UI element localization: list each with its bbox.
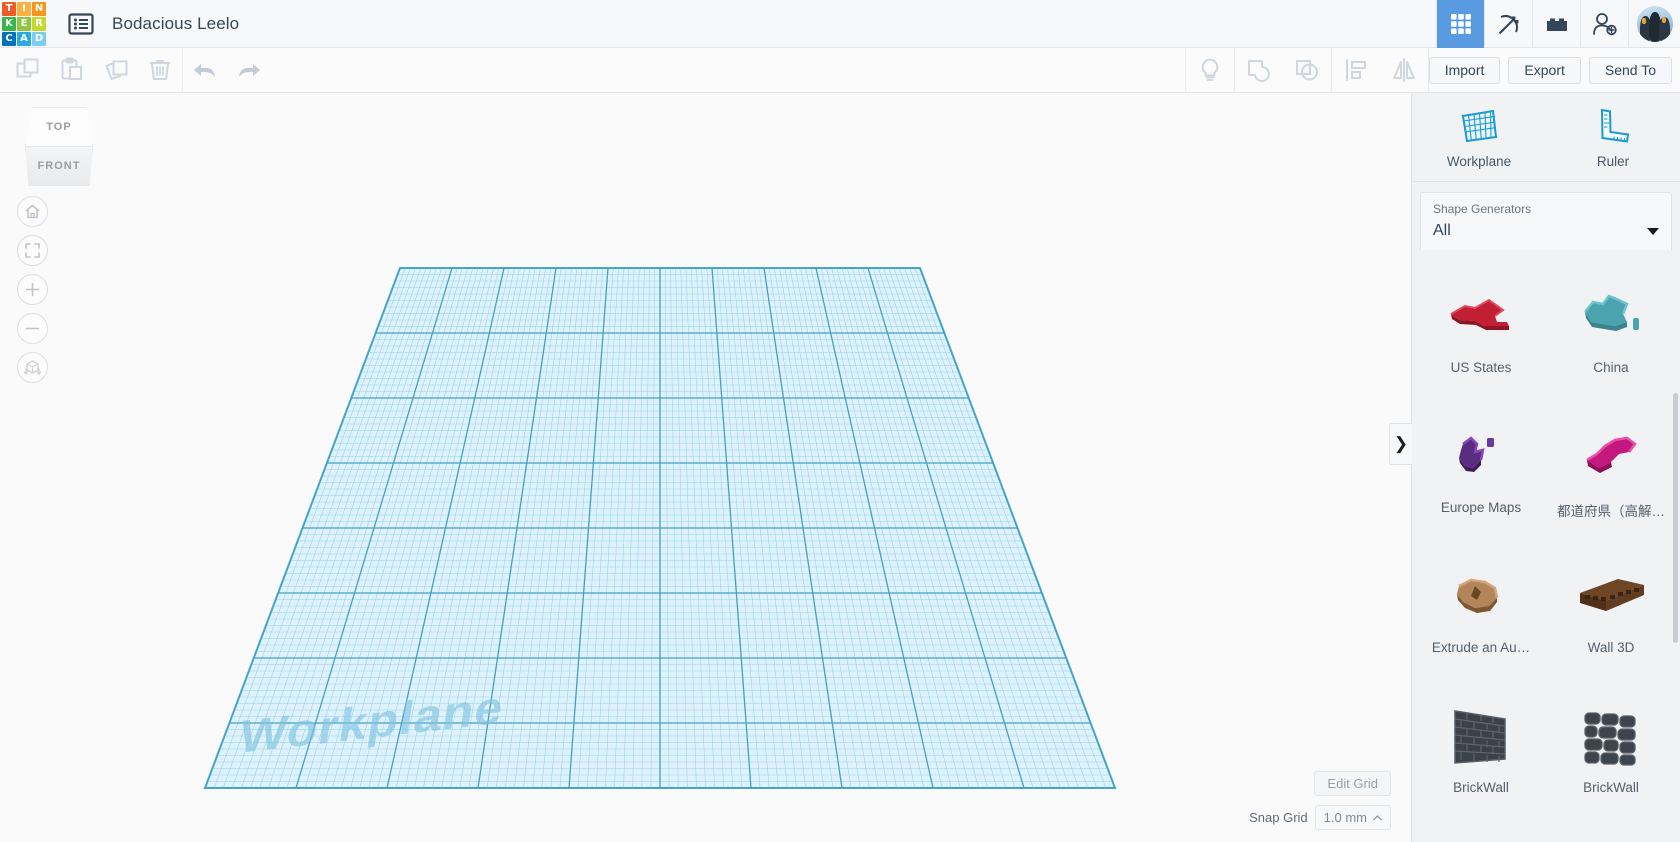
- panel-collapse-button[interactable]: ❯: [1389, 423, 1412, 465]
- ruler-tool-label: Ruler: [1596, 154, 1630, 169]
- header-tool-blocks[interactable]: [1484, 0, 1532, 48]
- avatar: [1636, 5, 1673, 42]
- zoom-out-button[interactable]: [17, 313, 48, 344]
- shape-generator-item[interactable]: US States: [1416, 264, 1546, 404]
- edit-tool-group: [6, 48, 182, 93]
- wall-3d-icon: [1572, 558, 1650, 634]
- edit-grid-button[interactable]: Edit Grid: [1314, 771, 1391, 796]
- copy-button[interactable]: [6, 48, 50, 93]
- chevron-down-icon: [1647, 227, 1659, 235]
- shape-generator-label: BrickWall: [1583, 780, 1639, 795]
- document-title[interactable]: Bodacious Leelo: [112, 14, 239, 34]
- grid-controls: Edit Grid Snap Grid 1.0 mm: [1249, 771, 1391, 830]
- hints-button[interactable]: [1186, 48, 1234, 93]
- logo-letter-c: C: [2, 31, 16, 46]
- shape-generator-label: BrickWall: [1453, 780, 1509, 795]
- snap-grid-value: 1.0 mm: [1323, 810, 1367, 825]
- shape-generator-label: 都道府県（高解…: [1557, 504, 1665, 519]
- shape-generator-label: Wall 3D: [1587, 640, 1635, 655]
- shape-generator-item[interactable]: BrickWall: [1416, 684, 1546, 824]
- zoom-in-button[interactable]: [17, 274, 48, 305]
- shape-generators-title: Shape Generators: [1433, 202, 1532, 216]
- workplane-tool[interactable]: Workplane: [1412, 93, 1546, 181]
- export-button[interactable]: Export: [1508, 56, 1581, 84]
- header-tool-3d-design[interactable]: [1436, 0, 1484, 48]
- view-cube[interactable]: TOP FRONT: [25, 107, 93, 186]
- navigation-buttons: [17, 196, 48, 391]
- workplane-tool-label: Workplane: [1446, 154, 1512, 169]
- header-tool-bricks[interactable]: [1532, 0, 1580, 48]
- china-icon: [1575, 278, 1647, 354]
- import-button[interactable]: Import: [1428, 56, 1501, 84]
- shape-generators-select[interactable]: All: [1433, 222, 1659, 240]
- logo-letter-i: I: [17, 1, 31, 16]
- 3d-canvas[interactable]: TOP FRONT Workplane Edit Grid Snap Grid …: [0, 93, 1411, 842]
- ungroup-button[interactable]: [1283, 48, 1331, 93]
- home-view-button[interactable]: [17, 196, 48, 227]
- shape-generator-label: Extrude an Au…: [1431, 640, 1531, 655]
- view-cube-top[interactable]: TOP: [25, 107, 93, 147]
- shape-generator-label: US States: [1450, 360, 1512, 375]
- header-tool-invite[interactable]: [1580, 0, 1628, 48]
- document-list-icon[interactable]: [64, 9, 98, 39]
- shape-generator-item[interactable]: Extrude an Au…: [1416, 544, 1546, 684]
- panel-top-tools: Workplane Ruler: [1412, 93, 1680, 182]
- tinkercad-app: TIN KER CAD Bodacious Leelo Import Export …: [0, 0, 1680, 842]
- logo-letter-t: T: [2, 1, 16, 16]
- europe-maps-icon: [1445, 418, 1517, 494]
- header-tool-group: [1436, 0, 1680, 48]
- delete-button[interactable]: [138, 48, 182, 93]
- user-avatar[interactable]: [1628, 0, 1680, 48]
- logo-letter-a: A: [17, 31, 31, 46]
- shape-generators-value: All: [1433, 222, 1451, 239]
- group-button[interactable]: [1235, 48, 1283, 93]
- main-toolbar: Import Export Send To: [0, 47, 1680, 93]
- brickwall-stone-icon: [1577, 698, 1645, 774]
- caret-up-icon: [1373, 814, 1382, 820]
- logo-letter-n: N: [32, 1, 46, 16]
- australia-icon: [1445, 558, 1517, 634]
- fit-to-view-button[interactable]: [17, 235, 48, 266]
- mirror-button[interactable]: [1380, 48, 1428, 93]
- shape-generator-label: China: [1593, 360, 1629, 375]
- history-tool-group: [183, 48, 271, 93]
- paste-button[interactable]: [50, 48, 94, 93]
- ruler-tool[interactable]: Ruler: [1546, 93, 1680, 181]
- send-to-button[interactable]: Send To: [1588, 56, 1672, 84]
- main-area: TOP FRONT Workplane Edit Grid Snap Grid …: [0, 93, 1680, 842]
- logo-letter-e: E: [17, 16, 31, 31]
- snap-grid-label: Snap Grid: [1249, 810, 1308, 825]
- snap-grid-select[interactable]: 1.0 mm: [1314, 805, 1391, 830]
- shape-generator-item[interactable]: 都道府県（高解…: [1546, 404, 1676, 544]
- brickwall-flat-icon: [1447, 698, 1515, 774]
- us-states-icon: [1445, 278, 1517, 354]
- workplane-grid[interactable]: [195, 258, 1195, 818]
- panel-scrollbar[interactable]: [1673, 393, 1678, 643]
- perspective-toggle-button[interactable]: [17, 352, 48, 383]
- logo-letter-d: D: [32, 31, 46, 46]
- workplane-icon: [1461, 109, 1498, 143]
- shape-generator-grid: US States China Europe Maps 都道府県（高解… Extrude…: [1412, 250, 1680, 842]
- japan-prefectures-icon: [1575, 418, 1647, 494]
- right-panel: ❯ Workplane Ruler Shape Generators All U…: [1389, 93, 1680, 842]
- shape-generators-select-wrap: Shape Generators All: [1420, 192, 1672, 250]
- shape-generator-item[interactable]: China: [1546, 264, 1676, 404]
- redo-button[interactable]: [227, 48, 271, 93]
- ruler-icon: [1600, 108, 1630, 143]
- snap-grid-row: Snap Grid 1.0 mm: [1249, 805, 1391, 830]
- shape-generator-item[interactable]: Europe Maps: [1416, 404, 1546, 544]
- view-cube-front[interactable]: FRONT: [25, 146, 93, 186]
- shape-generator-item[interactable]: BrickWall: [1546, 684, 1676, 824]
- undo-button[interactable]: [183, 48, 227, 93]
- duplicate-button[interactable]: [94, 48, 138, 93]
- logo-letter-r: R: [32, 16, 46, 31]
- shape-generator-item[interactable]: Wall 3D: [1546, 544, 1676, 684]
- align-button[interactable]: [1332, 48, 1380, 93]
- app-header: TIN KER CAD Bodacious Leelo: [0, 0, 1680, 48]
- logo-letter-k: K: [2, 16, 16, 31]
- tinkercad-logo[interactable]: TIN KER CAD: [0, 0, 46, 48]
- shape-generator-label: Europe Maps: [1440, 500, 1522, 515]
